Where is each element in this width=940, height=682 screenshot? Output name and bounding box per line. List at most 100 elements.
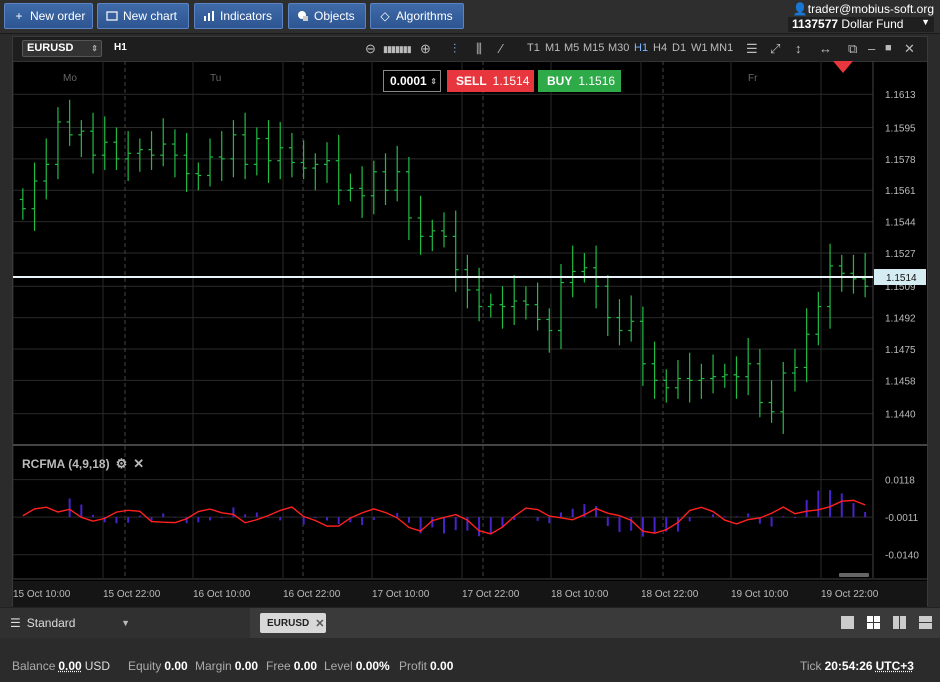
current-price-label: 1.1514 [886, 273, 917, 284]
layout-rows-icon[interactable] [919, 616, 932, 629]
ohlc-bar [207, 138, 214, 187]
ohlc-bar [745, 337, 752, 396]
menu-icon: ☰ [10, 616, 21, 630]
period-label: H1 [114, 42, 127, 53]
ohlc-bar [242, 112, 249, 180]
spinner-icon: ⇕ [430, 76, 437, 86]
buy-button[interactable]: BUY 1.1516 [538, 70, 621, 92]
layout-single-icon[interactable] [841, 616, 854, 629]
indicators-button[interactable]: Indicators [194, 3, 283, 29]
ohlc-bar [19, 188, 26, 220]
close-icon[interactable]: ✕ [315, 617, 324, 630]
tf-D1[interactable]: D1 [672, 42, 686, 54]
account-selector[interactable]: 1137577 Dollar Fund ▼ [788, 17, 934, 32]
ohlc-bar [522, 286, 529, 320]
price-tick-label: 1.1458 [885, 376, 916, 387]
candle-type-icon[interactable]: ⫼ [476, 41, 482, 57]
ohlc-bar [476, 267, 483, 322]
tf-M30[interactable]: M30 [608, 42, 629, 54]
vertical-scale-icon[interactable]: ↕ [795, 41, 802, 56]
ohlc-bar [347, 173, 354, 202]
time-tick-label: 18 Oct 10:00 [551, 589, 609, 600]
price-tick-label: 1.1527 [885, 249, 916, 260]
ohlc-bar [780, 361, 787, 434]
line-type-icon[interactable]: ∕ [500, 41, 502, 56]
free-value: 0.00 [293, 659, 318, 673]
close-icon[interactable]: ✕ [133, 456, 144, 472]
bar-chart-icon [203, 10, 215, 22]
ohlc-bar [288, 133, 295, 178]
price-tick-label: 1.1578 [885, 155, 916, 166]
ohlc-bar [230, 120, 237, 178]
tf-MN1[interactable]: MN1 [710, 42, 733, 54]
maximize-icon[interactable]: ■ [885, 42, 892, 54]
detach-icon[interactable]: ⧉ [848, 41, 857, 57]
time-tick-label: 16 Oct 22:00 [283, 589, 341, 600]
diamond-icon: ◇ [380, 9, 390, 23]
ohlc-bar [148, 131, 155, 170]
horizontal-scale-icon[interactable]: ↔ [819, 41, 832, 56]
chart-window[interactable]: EURUSD ⇕ H1 ⊖ ▮▮▮▮▮▮▮ ⊕ ⫶ ⫼ ∕ T1 M1 M5 M1… [12, 36, 928, 607]
layout-grid-icon[interactable] [867, 616, 880, 629]
zoom-slider[interactable]: ▮▮▮▮▮▮▮ [383, 44, 412, 55]
ohlc-bar [756, 349, 763, 418]
price-chart[interactable]: Mo Tu Fr 1.1613 1.1595 1.1578 1.1561 1.1544 1.15… [13, 61, 927, 607]
minimize-icon[interactable]: – [868, 41, 875, 56]
ohlc-bar [768, 380, 775, 423]
ohlc-bar [534, 282, 541, 331]
ohlc-bar [698, 363, 705, 399]
tf-W1[interactable]: W1 [691, 42, 708, 54]
objects-button[interactable]: Objects [288, 3, 366, 29]
time-tick-label: 19 Oct 22:00 [821, 589, 879, 600]
tf-M15[interactable]: M15 [583, 42, 604, 54]
price-tick-label: 1.1595 [885, 123, 916, 134]
zoom-out-icon[interactable]: ⊖ [365, 41, 376, 57]
account-panel[interactable]: 👤trader@mobius-soft.org 1137577 Dollar F… [788, 2, 934, 32]
price-tick-label: 1.1613 [885, 90, 916, 101]
indicator-tick-label: -0.0140 [885, 551, 919, 562]
day-label: Mo [63, 73, 77, 84]
balance-value: 0.00 [58, 659, 82, 673]
symbol-selector[interactable]: EURUSD ⇕ [22, 40, 102, 57]
scroll-handle [839, 573, 869, 577]
day-label: Tu [210, 73, 221, 84]
indicator-tick-label: -0.0011 [885, 513, 919, 524]
new-order-button[interactable]: + New order [4, 3, 93, 29]
algorithms-button[interactable]: ◇ Algorithms [370, 3, 464, 29]
indicator-label: RCFMA (4,9,18) ⚙ ✕ [22, 456, 145, 472]
sell-button[interactable]: SELL 1.1514 [447, 70, 534, 92]
tf-T1[interactable]: T1 [527, 42, 540, 54]
price-tick-label: 1.1561 [885, 186, 916, 197]
bar-type-icon[interactable]: ⫶ [453, 41, 456, 57]
ohlc-bar [651, 341, 658, 399]
workspace-selector[interactable]: ☰ Standard ▼ [0, 608, 250, 638]
time-tick-label: 17 Oct 22:00 [462, 589, 520, 600]
tf-M5[interactable]: M5 [564, 42, 579, 54]
chart-icon [106, 10, 118, 22]
time-tick-label: 18 Oct 22:00 [641, 589, 699, 600]
zoom-in-icon[interactable]: ⊕ [420, 41, 431, 57]
price-tick-label: 1.1475 [885, 345, 916, 356]
fit-icon[interactable]: ⤢ [770, 41, 780, 57]
tab-eurusd[interactable]: EURUSD ✕ [260, 613, 326, 633]
user-icon: 👤 [792, 2, 808, 16]
tf-H1[interactable]: H1 [634, 42, 648, 54]
ohlc-bar [359, 166, 366, 218]
close-icon[interactable]: ✕ [904, 41, 915, 57]
ohlc-bar [441, 212, 447, 248]
ohlc-bar [335, 134, 342, 205]
margin-value: 0.00 [234, 659, 259, 673]
time-tick-label: 16 Oct 10:00 [193, 589, 251, 600]
ohlc-bar [721, 363, 728, 388]
chart-settings-icon[interactable]: ☰ [746, 41, 758, 57]
layout-columns-icon[interactable] [893, 616, 906, 629]
tf-M1[interactable]: M1 [545, 42, 560, 54]
timezone-selector[interactable]: UTC+3 [876, 659, 914, 673]
ohlc-bar [218, 131, 225, 181]
ohlc-bar [791, 349, 798, 392]
new-chart-button[interactable]: New chart [97, 3, 189, 29]
ohlc-bar [663, 369, 670, 403]
tf-H4[interactable]: H4 [653, 42, 667, 54]
quantity-input[interactable]: 0.0001 ⇕ [383, 70, 441, 92]
gear-icon[interactable]: ⚙ [116, 456, 128, 472]
